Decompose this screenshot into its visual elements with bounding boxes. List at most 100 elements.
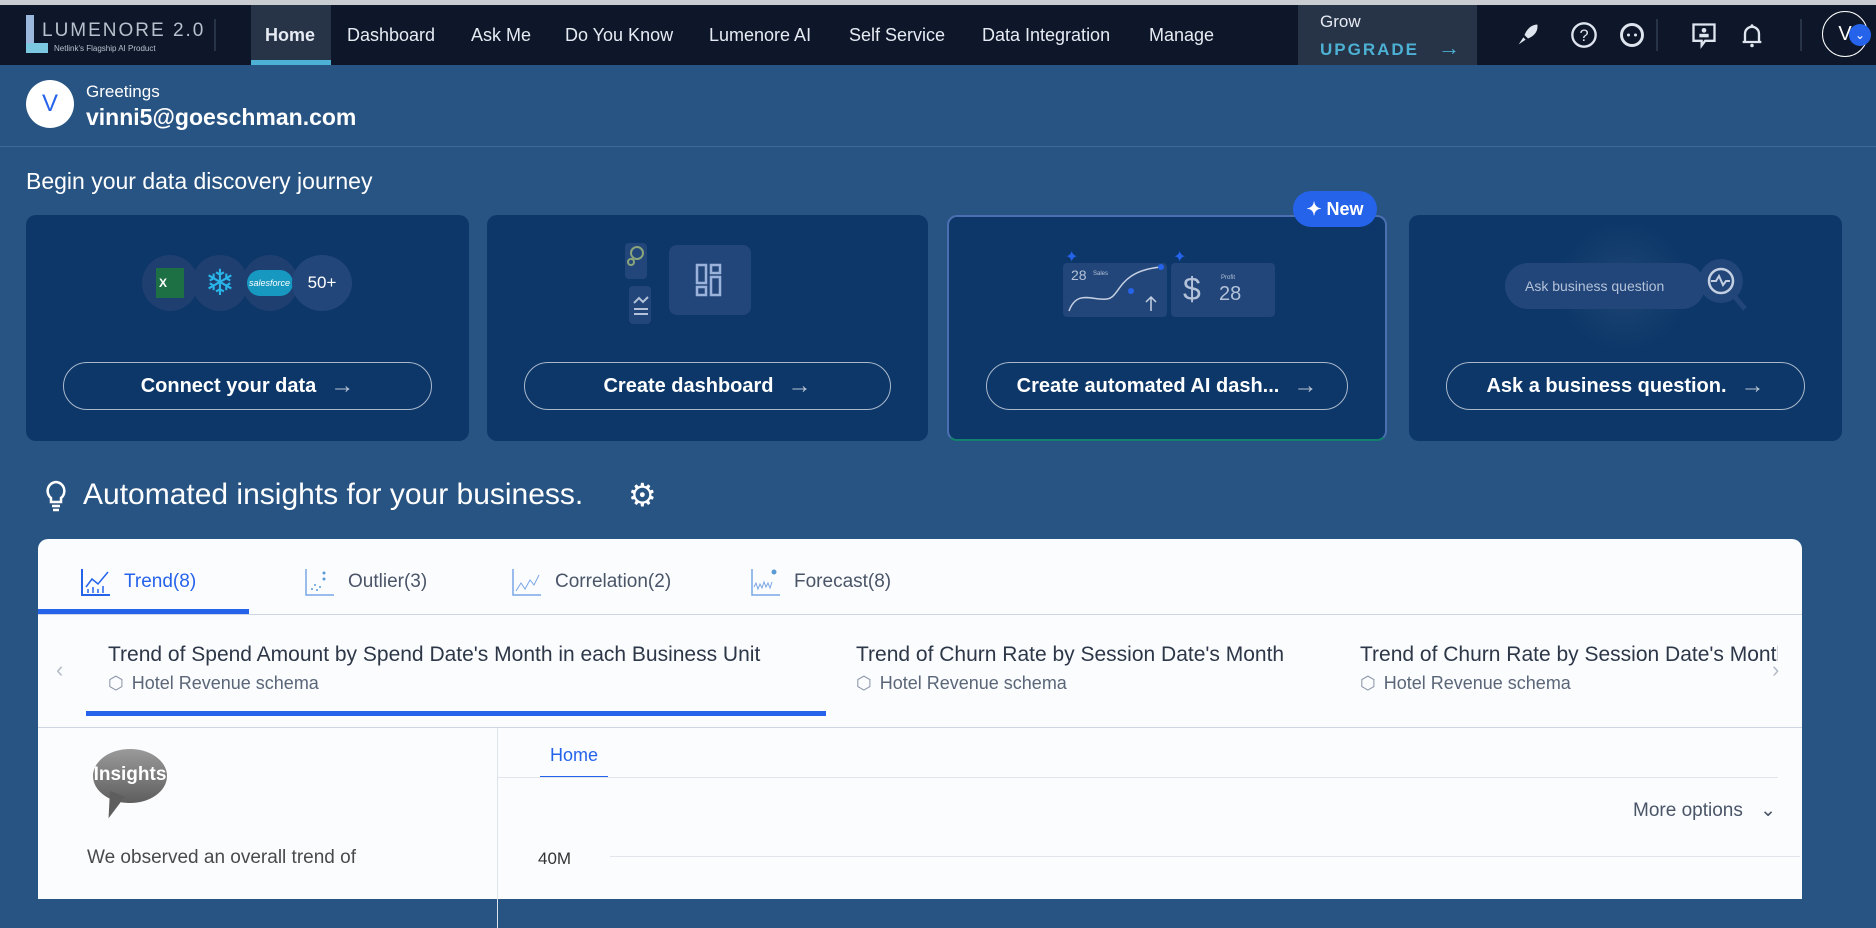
new-badge: ✦ New <box>1293 191 1377 227</box>
dashboard-illustration-icon <box>625 243 751 324</box>
insight-card-title[interactable]: Trend of Spend Amount by Spend Date's Mo… <box>108 643 783 667</box>
arrow-right-icon: → <box>1740 372 1765 399</box>
snowflake-icon: ❄ <box>192 255 248 311</box>
nav-do-you-know[interactable]: Do You Know <box>565 5 673 65</box>
ask-question-card: Ask business question Ask a business que… <box>1409 215 1842 441</box>
bubble-text: Insights <box>93 749 167 803</box>
insight-card-schema: ⬡ Hotel Revenue schema <box>108 673 319 694</box>
arrow-right-icon: → <box>1293 372 1318 399</box>
insight-summary: We observed an overall trend of <box>87 847 356 868</box>
lightbulb-icon <box>46 480 66 512</box>
schema-label: Hotel Revenue schema <box>131 673 319 693</box>
insight-card-title[interactable]: Trend of Churn Rate by Session Date's Mo… <box>856 643 1326 667</box>
create-ai-dashboard-button[interactable]: Create automated AI dash... → <box>986 362 1348 410</box>
carousel-next-button[interactable]: › <box>1772 657 1779 683</box>
user-avatar-menu[interactable]: V ⌄ <box>1822 11 1871 57</box>
divider <box>38 727 1802 728</box>
tab-outlier[interactable]: Outlier(3) <box>304 567 427 597</box>
nav-manage[interactable]: Manage <box>1149 5 1214 65</box>
arrow-right-icon: → <box>787 372 812 399</box>
greeting-label: Greetings <box>86 82 160 101</box>
profit-kpi-illustration: $ Profit 28 <box>1171 263 1275 317</box>
tab-label: Correlation(2) <box>555 571 672 592</box>
cube-icon: ⬡ <box>856 673 872 693</box>
correlation-chart-icon <box>512 569 541 596</box>
create-dashboard-button[interactable]: Create dashboard → <box>524 362 891 410</box>
schema-label: Hotel Revenue schema <box>1383 673 1571 693</box>
nav-ask-me[interactable]: Ask Me <box>471 5 531 65</box>
nav-self-service[interactable]: Self Service <box>849 5 945 65</box>
more-connectors-count: 50+ <box>292 255 352 311</box>
tab-correlation[interactable]: Correlation(2) <box>511 567 671 597</box>
cube-icon: ⬡ <box>108 673 124 693</box>
insight-card-schema: ⬡ Hotel Revenue schema <box>856 673 1067 694</box>
divider <box>498 777 1778 778</box>
ask-question-button[interactable]: Ask a business question. → <box>1446 362 1805 410</box>
nav-data-integration[interactable]: Data Integration <box>982 5 1110 65</box>
sparkle-icon: ✦ <box>1173 249 1187 266</box>
svg-text:?: ? <box>1579 27 1588 45</box>
insight-card-title[interactable]: Trend of Churn Rate by Session Date's Mo… <box>1360 643 1778 667</box>
upgrade-label: UPGRADE <box>1320 40 1420 59</box>
salesforce-text: salesforce <box>247 270 293 296</box>
excel-icon: X <box>142 255 198 311</box>
nav-lumenore-ai[interactable]: Lumenore AI <box>709 5 811 65</box>
upgrade-button[interactable]: Grow UPGRADE → <box>1298 5 1477 65</box>
bell-icon[interactable] <box>1738 21 1766 49</box>
top-nav: LUMENORE 2.0 Netlink's Flagship AI Produ… <box>0 5 1876 65</box>
arrow-right-icon: → <box>330 372 355 399</box>
support-agent-icon[interactable] <box>1618 21 1646 49</box>
tab-forecast[interactable]: Forecast(8) <box>750 567 891 597</box>
tab-trend[interactable]: Trend(8) <box>80 567 196 597</box>
sparkle-icon: ✦ <box>1065 249 1079 266</box>
help-icon[interactable]: ? <box>1570 21 1598 49</box>
forecast-chart-icon <box>751 569 780 596</box>
divider <box>1656 19 1658 51</box>
y-axis-tick: 40M <box>538 849 572 868</box>
cube-icon: ⬡ <box>1360 673 1376 693</box>
insights-title: Automated insights for your business. <box>83 478 584 511</box>
more-options-dropdown[interactable]: More options ⌄ <box>1633 799 1776 822</box>
logo[interactable]: LUMENORE 2.0 Netlink's Flagship AI Produ… <box>14 11 203 59</box>
nav-dashboard[interactable]: Dashboard <box>347 5 435 65</box>
chevron-down-icon: ⌄ <box>1760 800 1777 821</box>
badge-label: New <box>1326 199 1364 219</box>
trend-line-icon <box>1068 264 1164 312</box>
logo-tagline: Netlink's Flagship AI Product <box>54 44 156 53</box>
tab-label: Trend(8) <box>124 571 197 592</box>
search-analytics-icon <box>1699 259 1747 311</box>
greeting-avatar: V <box>26 80 74 128</box>
insight-card-schema: ⬡ Hotel Revenue schema <box>1360 673 1571 694</box>
gridline <box>610 856 1800 857</box>
divider <box>1800 19 1802 51</box>
tab-label: Forecast(8) <box>794 571 892 592</box>
active-insight-underline <box>86 711 826 716</box>
rocket-icon[interactable] <box>1514 21 1542 49</box>
connect-data-card: X ❄ salesforce 50+ Connect your data → <box>26 215 469 441</box>
button-label: Ask a business question. <box>1486 374 1727 397</box>
carousel-prev-button[interactable]: ‹ <box>56 657 63 683</box>
connect-data-button[interactable]: Connect your data → <box>63 362 432 410</box>
ask-search-illustration: Ask business question <box>1505 263 1705 309</box>
button-label: Create automated AI dash... <box>1016 374 1280 397</box>
divider <box>214 19 216 51</box>
button-label: Create dashboard <box>603 374 774 397</box>
feedback-icon[interactable] <box>1690 21 1718 49</box>
settings-gear-icon[interactable]: ⚙ <box>628 476 657 514</box>
nav-home[interactable]: Home <box>265 5 315 65</box>
sales-kpi-illustration: 28 Sales <box>1063 263 1167 317</box>
chart-tab-home[interactable]: Home <box>540 745 608 778</box>
scatter-chart-icon <box>305 569 334 596</box>
divider <box>0 146 1876 147</box>
divider <box>497 728 498 928</box>
insights-panel: Trend(8) Outlier(3) Correlation(2) Forec… <box>38 539 1802 928</box>
trend-chart-icon <box>81 569 110 596</box>
salesforce-icon: salesforce <box>242 255 298 311</box>
chevron-down-icon: ⌄ <box>1849 24 1871 46</box>
journey-title: Begin your data discovery journey <box>26 168 373 194</box>
user-email: vinni5@goeschman.com <box>86 104 357 130</box>
profit-value: 28 <box>1219 283 1242 305</box>
schema-label: Hotel Revenue schema <box>879 673 1067 693</box>
profit-label: Profit <box>1221 275 1236 281</box>
grow-label: Grow <box>1320 12 1361 31</box>
